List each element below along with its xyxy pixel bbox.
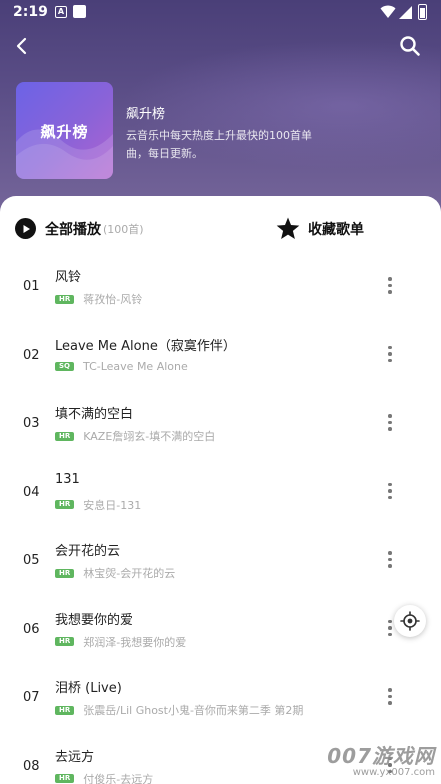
watermark: 007游戏网 www.yx007.com xyxy=(327,740,435,778)
song-list-sheet: 全部播放 (100首) 收藏歌单 01 风铃 HR 蒋孜怡-风铃 02 Leav… xyxy=(0,196,441,784)
song-meta: HR 张震岳/Lil Ghost小鬼-音你而来第二季 第2期 xyxy=(55,702,303,718)
song-index: 05 xyxy=(23,553,40,568)
quality-badge: HR xyxy=(55,774,75,783)
locate-icon xyxy=(400,611,420,631)
song-title: 填不满的空白 xyxy=(55,407,134,422)
quality-badge: SQ xyxy=(55,361,74,371)
song-artist: 张震岳/Lil Ghost小鬼-音你而来第二季 第2期 xyxy=(83,704,304,717)
song-count: (100首) xyxy=(103,222,144,236)
song-meta: HR 安息日-131 xyxy=(55,497,141,513)
more-options-icon[interactable] xyxy=(386,482,394,503)
song-index: 04 xyxy=(23,484,40,500)
quality-badge: HR xyxy=(55,637,75,646)
song-row[interactable]: 03 填不满的空白 HR KAZE詹翊玄-填不满的空白 xyxy=(0,391,441,460)
play-all-label: 全部播放 xyxy=(45,221,101,238)
collect-label: 收藏歌单 xyxy=(308,221,364,238)
song-artist: 郑润泽-我想要你的爱 xyxy=(83,635,187,649)
song-index: 06 xyxy=(23,621,40,637)
song-artist: 安息日-131 xyxy=(83,498,142,512)
wifi-icon xyxy=(380,5,396,18)
more-options-icon[interactable] xyxy=(386,551,394,571)
quality-badge: HR xyxy=(55,568,75,578)
cover-title: 飙升榜 xyxy=(40,123,89,141)
notification-a-icon: A xyxy=(55,6,67,18)
quality-badge: HR xyxy=(55,705,75,715)
song-index: 03 xyxy=(23,416,40,431)
song-artist: 林宝焈-会开花的云 xyxy=(83,567,176,580)
playlist-cover[interactable]: 飙升榜 xyxy=(16,82,113,179)
song-meta: HR KAZE詹翊玄-填不满的空白 xyxy=(55,428,215,444)
song-meta: HR 郑润泽-我想要你的爱 xyxy=(55,634,186,650)
playlist-header: 2:19 A 飙升榜 飙升榜 云音乐中每天热度上升最快的100首单曲，每日更新。 xyxy=(0,0,441,215)
song-meta: HR 蒋孜怡-风铃 xyxy=(55,291,142,307)
star-icon xyxy=(276,217,300,239)
song-row[interactable]: 07 泪桥 (Live) HR 张震岳/Lil Ghost小鬼-音你而来第二季 … xyxy=(0,665,441,734)
play-circle-icon xyxy=(15,218,36,239)
quality-badge: HR xyxy=(55,500,75,509)
song-row[interactable]: 02 Leave Me Alone（寂寞作伴） SQ TC-Leave Me A… xyxy=(0,323,441,392)
song-row[interactable]: 06 我想要你的爱 HR 郑润泽-我想要你的爱 xyxy=(0,597,441,666)
more-options-icon[interactable] xyxy=(386,619,394,640)
song-meta: SQ TC-Leave Me Alone xyxy=(55,360,188,373)
song-list: 01 风铃 HR 蒋孜怡-风铃 02 Leave Me Alone（寂寞作伴） … xyxy=(0,254,441,784)
playlist-title: 飙升榜 xyxy=(126,107,166,122)
more-options-icon[interactable] xyxy=(386,277,394,297)
search-icon xyxy=(400,36,420,56)
song-artist: 蒋孜怡-风铃 xyxy=(83,293,143,306)
status-time: 2:19 xyxy=(13,4,48,20)
song-meta: HR 林宝焈-会开花的云 xyxy=(55,565,175,581)
song-artist: TC-Leave Me Alone xyxy=(83,359,188,373)
back-arrow-icon xyxy=(16,37,27,55)
song-artist: 付俊乐-去远方 xyxy=(83,772,154,784)
signal-icon xyxy=(399,6,412,19)
song-row[interactable]: 01 风铃 HR 蒋孜怡-风铃 xyxy=(0,254,441,323)
song-artist: KAZE詹翊玄-填不满的空白 xyxy=(83,430,216,443)
back-button[interactable] xyxy=(10,34,34,58)
status-bar: 2:19 A xyxy=(0,0,441,26)
more-options-icon[interactable] xyxy=(386,345,394,366)
song-index: 08 xyxy=(23,758,40,774)
quality-badge: HR xyxy=(55,294,75,304)
song-title: 131 xyxy=(55,471,80,487)
song-title: 风铃 xyxy=(55,270,82,285)
song-index: 07 xyxy=(23,690,40,705)
more-options-icon[interactable] xyxy=(386,688,394,708)
song-row[interactable]: 04 131 HR 安息日-131 xyxy=(0,460,441,529)
more-options-icon[interactable] xyxy=(386,414,394,434)
battery-icon xyxy=(418,4,427,20)
watermark-brand: 007游戏网 xyxy=(327,744,435,768)
song-row[interactable]: 05 会开花的云 HR 林宝焈-会开花的云 xyxy=(0,528,441,597)
song-meta: HR 付俊乐-去远方 xyxy=(55,771,153,784)
song-title: 会开花的云 xyxy=(55,544,121,559)
notification-square-icon xyxy=(73,5,86,18)
playlist-description: 云音乐中每天热度上升最快的100首单曲，每日更新。 xyxy=(126,129,312,160)
play-all-button[interactable]: 全部播放 (100首) xyxy=(15,218,144,239)
song-title: 我想要你的爱 xyxy=(55,612,134,628)
collect-playlist-button[interactable]: 收藏歌单 xyxy=(276,217,364,240)
quality-badge: HR xyxy=(55,431,75,441)
search-button[interactable] xyxy=(398,34,422,58)
song-title: 去远方 xyxy=(55,749,95,765)
song-index: 01 xyxy=(23,279,40,294)
song-index: 02 xyxy=(23,347,40,363)
song-title: 泪桥 (Live) xyxy=(55,681,122,696)
locate-current-song-button[interactable] xyxy=(394,605,426,637)
song-title: Leave Me Alone（寂寞作伴） xyxy=(55,338,236,354)
